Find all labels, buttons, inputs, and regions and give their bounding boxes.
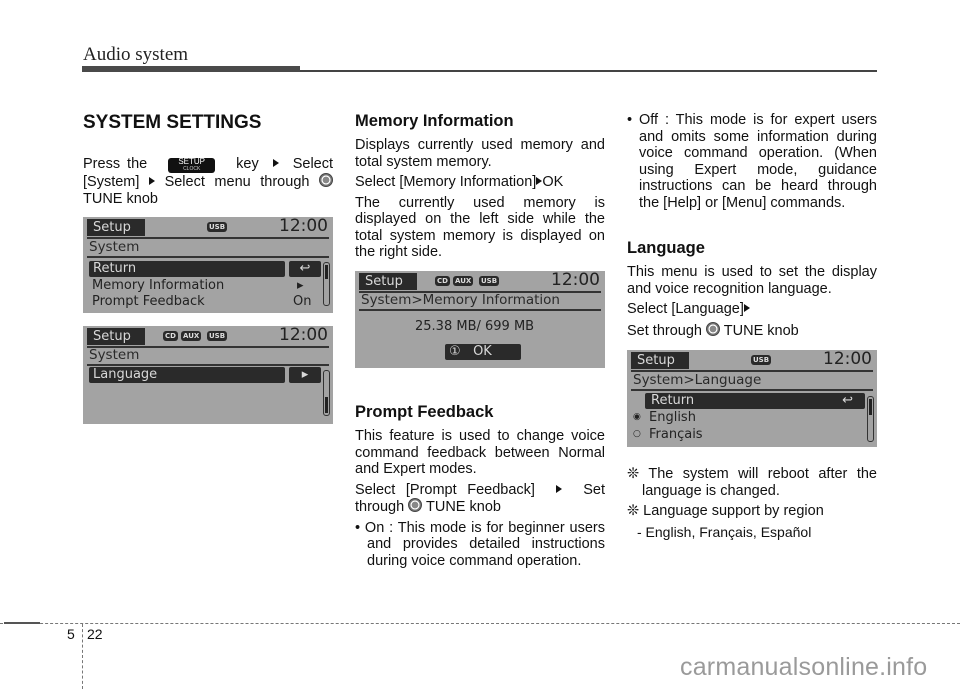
- menu-item-memory-information[interactable]: Memory Information: [92, 278, 224, 293]
- header-rule: [300, 70, 877, 72]
- note-language-list: - English, Français, Español: [637, 523, 812, 540]
- tune-knob-icon: [319, 173, 334, 187]
- screen-mode-label: Setup: [631, 352, 689, 369]
- return-icon: ↩: [842, 393, 853, 408]
- menu-item-return[interactable]: Return ↩: [645, 393, 865, 409]
- heading-memory-information: Memory Information: [355, 112, 514, 130]
- tune-knob-icon: [408, 498, 423, 512]
- chevron-right-icon[interactable]: ▸: [289, 367, 321, 383]
- column-2-lower: Prompt Feedback This feature is used to …: [355, 403, 605, 569]
- aux-badge: AUX: [181, 331, 202, 341]
- radio-unselected-icon[interactable]: ○: [633, 427, 641, 442]
- arrow-right-icon: [743, 304, 750, 312]
- usb-badge: USB: [479, 276, 500, 286]
- column-1: SYSTEM SETTINGS Press the SETUP CLOCK key…: [83, 112, 334, 207]
- screen-path: System>Language: [633, 372, 762, 388]
- screen-clock: 12:00: [551, 271, 600, 290]
- heading-language: Language: [627, 239, 705, 257]
- screen-mode-label: Setup: [87, 219, 145, 236]
- scrollbar[interactable]: [323, 370, 330, 416]
- radio-selected-icon[interactable]: ◉: [633, 410, 641, 425]
- language-description: This menu is used to set the display and…: [627, 264, 877, 297]
- arrow-right-icon: [148, 177, 155, 185]
- memory-display-explanation: The currently used memory is displayed o…: [355, 194, 605, 261]
- screen-clock: 12:00: [279, 217, 328, 236]
- option-francais[interactable]: Français: [649, 427, 703, 442]
- prompt-feedback-on-option: • On : This mode is for beginner users a…: [355, 519, 605, 569]
- usb-badge: USB: [207, 222, 228, 232]
- option-english[interactable]: English: [649, 410, 696, 425]
- watermark: carmanualsonline.info: [680, 653, 928, 681]
- screen-language-selection: Setup USB 12:00 System>Language Return ↩ …: [627, 350, 877, 447]
- cd-badge: CD: [435, 276, 450, 286]
- prompt-feedback-description: This feature is used to change voice com…: [355, 428, 605, 477]
- chapter-number: 5: [67, 626, 75, 642]
- usb-badge: USB: [751, 355, 772, 365]
- screen-system-menu: Setup USB 12:00 System Return ↩ Memory I…: [83, 217, 333, 313]
- memory-usage-value: 25.38 MB/ 699 MB: [415, 319, 535, 334]
- screen-mode-label: Setup: [87, 328, 145, 345]
- screen-clock: 12:00: [279, 326, 328, 345]
- section-title: Audio system: [83, 44, 189, 65]
- heading-prompt-feedback: Prompt Feedback: [355, 403, 494, 421]
- chevron-right-icon: ▸: [297, 278, 304, 293]
- column-2: Memory Information Displays currently us…: [355, 112, 605, 261]
- screen-clock: 12:00: [823, 350, 872, 369]
- menu-item-prompt-feedback[interactable]: Prompt Feedback: [92, 294, 205, 309]
- prompt-feedback-off-option: • Off : This mode is for expert users an…: [627, 112, 877, 211]
- memory-instructions: Select [Memory Information] OK: [355, 174, 564, 190]
- heading-system-settings: SYSTEM SETTINGS: [83, 112, 262, 133]
- language-tune-instruction: Set through TUNE knob: [627, 321, 799, 339]
- note-language-support: ❊ Language support by region: [627, 503, 824, 519]
- return-icon[interactable]: ↩: [289, 261, 321, 277]
- aux-badge: AUX: [453, 276, 474, 286]
- note-reboot: ❊ The system will reboot after the langu…: [627, 466, 877, 499]
- prompt-feedback-value: On: [293, 294, 312, 309]
- usb-badge: USB: [207, 331, 228, 341]
- tune-knob-icon: [706, 321, 721, 336]
- footer-divider: [82, 624, 83, 689]
- language-select-instruction: Select [Language]: [627, 301, 877, 318]
- arrow-right-icon: [272, 159, 279, 167]
- arrow-right-icon: [556, 484, 563, 493]
- column-3-notes: ❊ The system will reboot after the langu…: [627, 466, 877, 540]
- page-number: 22: [87, 626, 103, 642]
- footer-rule: [0, 623, 960, 624]
- scrollbar[interactable]: [867, 396, 874, 442]
- menu-item-return[interactable]: Return: [89, 261, 285, 277]
- header-bar: [82, 66, 300, 72]
- prompt-feedback-instructions: Select [Prompt Feedback] Set through TUN…: [355, 481, 605, 516]
- setup-key-icon: SETUP CLOCK: [168, 158, 216, 173]
- screen-path: System: [89, 239, 140, 255]
- ok-button[interactable]: ① OK: [445, 344, 521, 360]
- screen-path: System>Memory Information: [361, 292, 560, 308]
- memory-description: Displays currently used memory and total…: [355, 137, 605, 170]
- screen-path: System: [89, 347, 140, 363]
- screen-language-menu: Setup CD AUX USB 12:00 System Language ▸: [83, 326, 333, 424]
- menu-item-language[interactable]: Language: [89, 367, 285, 383]
- screen-memory-information: Setup CD AUX USB 12:00 System>Memory Inf…: [355, 271, 605, 368]
- screen-mode-label: Setup: [359, 273, 417, 290]
- cd-badge: CD: [163, 331, 178, 341]
- column-3: • Off : This mode is for expert users an…: [627, 112, 877, 339]
- scrollbar[interactable]: [323, 262, 330, 306]
- intro-paragraph: Press the SETUP CLOCK key Select [System]…: [83, 156, 334, 207]
